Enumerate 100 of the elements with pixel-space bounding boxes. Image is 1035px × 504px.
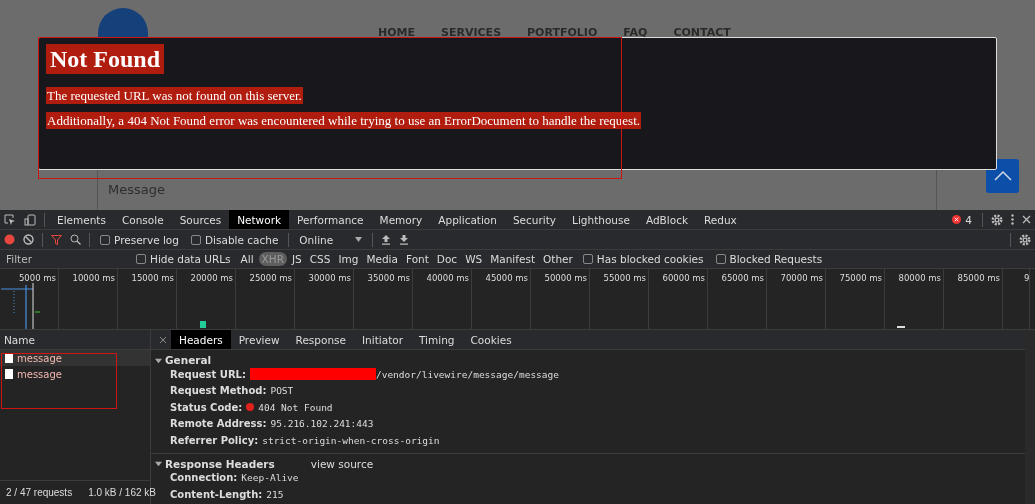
section-toggle[interactable]: Response Headers <box>155 457 275 470</box>
header-value: 95.216.102.241:443 <box>270 418 374 430</box>
checkbox[interactable]: Has blocked cookies <box>582 253 704 265</box>
detail-tab[interactable]: Timing <box>411 330 463 349</box>
devtools-tab[interactable]: Security <box>504 210 565 229</box>
time-tick: 45000 ms <box>485 273 528 283</box>
checkbox-box[interactable] <box>190 234 201 245</box>
devtools-tab[interactable]: Application <box>430 210 505 229</box>
caret-icon <box>355 237 363 242</box>
time-tick: 75000 ms <box>839 273 882 283</box>
devtools-tab[interactable]: Performance <box>289 210 372 229</box>
inspect-icon[interactable] <box>4 213 16 226</box>
request-row[interactable]: message <box>0 350 150 366</box>
devtools-tab[interactable]: AdBlock <box>637 210 696 229</box>
type-filter[interactable]: CSS <box>306 252 334 266</box>
type-filter[interactable]: Media <box>363 252 401 266</box>
view-source-link[interactable]: view source <box>310 457 374 470</box>
header-name: Status Code: <box>170 401 243 413</box>
time-tick: 30000 ms <box>308 273 351 283</box>
header-name: Content-Length: <box>170 488 263 500</box>
header-name: Referrer Policy: <box>170 434 259 446</box>
detail-tab[interactable]: Response <box>287 330 354 349</box>
detail-tab[interactable]: Cookies <box>462 330 520 349</box>
checkbox[interactable]: Disable cache <box>190 233 279 246</box>
devtools-tab[interactable]: Redux <box>696 210 745 229</box>
time-tick: 20000 ms <box>190 273 233 283</box>
detail-tab[interactable]: Headers <box>171 330 231 349</box>
header-name: Connection: <box>170 472 238 484</box>
checkbox-box[interactable] <box>136 254 146 264</box>
time-tick: 15000 ms <box>131 273 174 283</box>
detail-tab[interactable]: Preview <box>230 330 288 349</box>
time-tick: 70000 ms <box>780 273 823 283</box>
type-filter[interactable]: WS <box>462 252 486 266</box>
time-tick: 40000 ms <box>426 273 469 283</box>
section-toggle[interactable]: General <box>155 354 212 366</box>
checkbox[interactable]: Blocked Requests <box>715 253 823 265</box>
detail-tab[interactable]: Initiator <box>354 330 411 349</box>
transfer-size: 1.0 kB / 162 kB <box>88 487 156 498</box>
time-tick: 5000 ms <box>18 273 56 283</box>
caret-icon <box>155 460 162 467</box>
time-tick: 80000 ms <box>898 273 941 283</box>
throttling-select[interactable]: Online <box>293 233 369 246</box>
checkbox-box[interactable] <box>100 234 110 245</box>
settings-icon[interactable] <box>991 213 1003 226</box>
devtools-tab[interactable]: Lighthouse <box>564 210 638 229</box>
type-filter[interactable]: JS <box>289 252 305 266</box>
error-count[interactable]: 4 <box>965 213 972 226</box>
type-filter[interactable]: Manifest <box>487 252 539 266</box>
devtools-tab[interactable]: Network <box>229 210 290 229</box>
type-filter[interactable]: Img <box>335 252 362 266</box>
time-tick: 10000 ms <box>72 273 115 283</box>
settings-icon[interactable] <box>1019 233 1031 246</box>
request-count: 2 / 47 requests <box>6 487 73 498</box>
time-tick: 65000 ms <box>721 273 764 283</box>
checkbox[interactable]: Hide data URLs <box>136 253 231 265</box>
checkbox-box[interactable] <box>582 254 593 264</box>
filter-icon[interactable] <box>51 234 62 245</box>
type-filter[interactable]: All <box>237 252 257 266</box>
type-filter[interactable]: Other <box>540 252 576 266</box>
devtools-tab[interactable]: Sources <box>171 210 230 229</box>
time-tick: 60000 ms <box>662 273 705 283</box>
devtools-tab[interactable]: Elements <box>49 210 114 229</box>
record-icon[interactable] <box>4 234 15 245</box>
time-tick: 9 <box>1024 273 1030 283</box>
error-icon <box>952 215 962 224</box>
time-tick: 25000 ms <box>249 273 292 283</box>
clear-icon[interactable] <box>23 234 34 245</box>
header-value: strict-origin-when-cross-origin <box>262 434 440 446</box>
caret-icon <box>155 356 162 364</box>
checkbox[interactable]: Preserve log <box>100 233 179 246</box>
error-title: Not Found <box>46 44 165 74</box>
header-name: Request Method: <box>170 385 267 397</box>
download-icon[interactable] <box>399 234 410 245</box>
upload-icon[interactable] <box>381 234 392 245</box>
error-message: The requested URL was not found on this server. <box>46 87 303 104</box>
header-value: 215 <box>266 488 284 500</box>
header-name: Remote Address: <box>170 418 267 430</box>
request-row[interactable]: message <box>0 366 150 382</box>
header-value: /vendor/livewire/message/message <box>375 368 559 380</box>
device-icon[interactable] <box>24 213 36 226</box>
column-header: Name <box>4 333 35 346</box>
checkbox-box[interactable] <box>715 254 726 264</box>
more-icon[interactable] <box>1011 214 1014 225</box>
devtools-tab[interactable]: Memory <box>371 210 431 229</box>
header-value: 404 Not Found <box>258 401 333 413</box>
time-tick: 55000 ms <box>603 273 646 283</box>
close-icon[interactable] <box>159 335 167 344</box>
close-icon[interactable] <box>1022 215 1031 224</box>
header-value: Keep-Alive <box>241 472 299 484</box>
time-tick: 35000 ms <box>367 273 410 283</box>
time-tick: 85000 ms <box>957 273 1000 283</box>
type-filter[interactable]: Doc <box>433 252 461 266</box>
error-message: Additionally, a 404 Not Found error was encountered while trying to use an ErrorDocument to handle the request. <box>46 112 642 129</box>
field-placeholder: Message <box>108 182 165 197</box>
type-filter[interactable]: Font <box>403 252 432 266</box>
header-value: POST <box>270 385 294 397</box>
chevron-up-icon <box>993 171 1012 181</box>
time-tick: 50000 ms <box>544 273 587 283</box>
search-icon[interactable] <box>70 234 81 245</box>
devtools-tab[interactable]: Console <box>113 210 172 229</box>
